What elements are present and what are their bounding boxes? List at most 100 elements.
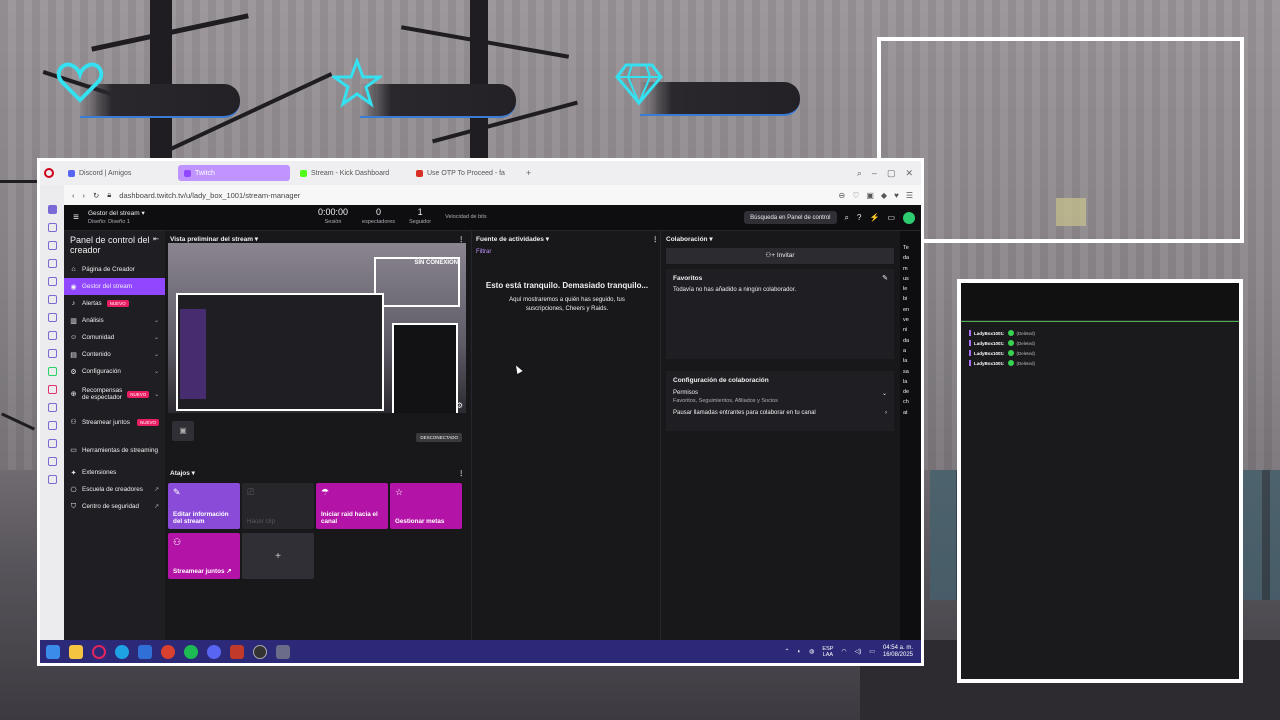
edit-stream-info-button[interactable]: ✎ Editar información del stream xyxy=(168,483,240,529)
wifi-icon[interactable]: ◠ xyxy=(841,648,846,655)
menu-icon[interactable]: ≡ xyxy=(64,212,88,223)
avatar[interactable] xyxy=(903,211,915,224)
tab-twitch[interactable]: Twitch xyxy=(178,165,290,181)
more-options-icon[interactable]: ⋮ xyxy=(458,469,465,477)
close-icon[interactable]: ✕ xyxy=(905,168,913,179)
sidebar-app-icon[interactable] xyxy=(47,331,57,340)
easy-setup-icon[interactable]: ☰ xyxy=(906,191,913,200)
opera-logo-icon[interactable] xyxy=(44,168,54,178)
camera-icon[interactable]: ▣ xyxy=(172,421,194,441)
sidebar-app-icon[interactable] xyxy=(47,313,57,322)
sidebar-item-viewer-rewards[interactable]: ⊕ Recompensas de espectador NUEVO ⌄ xyxy=(64,380,165,408)
download-icon[interactable] xyxy=(47,457,57,466)
system-tray: ⌃ ◐ ◍ ESP LAA ◠ ◁) ▭ 04:54 a. m. 16/08/202… xyxy=(785,645,922,659)
preview-header[interactable]: Vista preliminar del stream ▾ xyxy=(170,235,258,243)
sidebar-app-icon[interactable] xyxy=(47,241,57,250)
edge-icon[interactable] xyxy=(115,644,129,659)
sidebar-app-icon[interactable] xyxy=(47,349,57,358)
tray-app-icon[interactable]: ◍ xyxy=(809,648,814,655)
maximize-icon[interactable]: ▢ xyxy=(887,168,896,179)
windows-start-icon[interactable] xyxy=(46,644,60,659)
sidebar-app-icon[interactable] xyxy=(47,421,57,430)
forward-icon[interactable]: › xyxy=(83,191,86,200)
opera-gx-icon[interactable] xyxy=(92,644,106,659)
chevron-up-icon[interactable]: ⌃ xyxy=(785,648,790,655)
obs-icon[interactable] xyxy=(253,644,267,659)
search-icon[interactable]: ⌕ xyxy=(845,213,849,223)
sidebar-item-stream-manager[interactable]: ◉ Gestor del stream xyxy=(64,278,165,295)
stream-manager-selector[interactable]: Gestor del stream ▾ Diseño: Diseño 1 xyxy=(88,210,168,226)
app-icon[interactable] xyxy=(276,644,290,659)
snapshot-icon[interactable]: ▣ xyxy=(866,191,874,200)
discord-icon[interactable] xyxy=(207,644,221,659)
settings-icon[interactable] xyxy=(47,475,57,484)
bookmark-icon[interactable]: ♡ xyxy=(852,191,859,200)
gaming-icon[interactable] xyxy=(47,205,57,214)
sidebar-item-analytics[interactable]: ▥ Análisis ⌄ xyxy=(64,312,165,329)
sidebar-item-settings[interactable]: ⚙ Configuración ⌄ xyxy=(64,363,165,380)
activity-header[interactable]: Fuente de actividades ▾ xyxy=(476,235,549,243)
tab-gmail[interactable]: Use OTP To Proceed - fa xyxy=(410,165,522,181)
permissions-row[interactable]: Permisos Favoritos, Seguimientos, Afiliad… xyxy=(673,390,887,404)
dashboard-search-input[interactable]: Búsqueda en Panel de control xyxy=(744,211,837,224)
sidebar-item-creator-page[interactable]: ⌂ Página de Creador xyxy=(64,261,165,278)
edit-icon[interactable]: ✎ xyxy=(882,274,888,282)
mail-icon[interactable] xyxy=(138,644,152,659)
spotify-icon[interactable] xyxy=(184,644,198,659)
start-raid-button[interactable]: ☂ Iniciar raid hacia el canal xyxy=(316,483,388,529)
stream-together-button[interactable]: ⚇ Streamear juntos ↗ xyxy=(168,533,240,579)
sidebar-item-extensions[interactable]: ✦ Extensiones xyxy=(64,464,165,481)
help-icon[interactable]: ? xyxy=(857,213,861,222)
add-shortcut-button[interactable]: + xyxy=(242,533,314,579)
preview-settings-icon[interactable]: ⚙ xyxy=(456,401,463,410)
tray-app-icon[interactable]: ◐ xyxy=(798,649,802,655)
manage-goals-button[interactable]: ☆ Gestionar metas xyxy=(390,483,462,529)
sidebar-item-creator-school[interactable]: ⎔ Escuela de creadores ↗ xyxy=(64,481,165,498)
pdf-icon[interactable] xyxy=(161,644,175,659)
volume-icon[interactable]: ◁) xyxy=(855,648,862,655)
sidebar-app-icon[interactable] xyxy=(47,403,57,412)
sidebar-item-content[interactable]: ▤ Contenido ⌄ xyxy=(64,346,165,363)
collab-header[interactable]: Colaboración ▾ xyxy=(666,235,713,243)
pause-calls-row[interactable]: Pausar llamadas entrantes para colaborar… xyxy=(673,410,887,416)
url-field[interactable]: dashboard.twitch.tv/u/lady_box_1001/stre… xyxy=(119,191,830,200)
invite-button[interactable]: ⚇+ Invitar xyxy=(666,248,894,264)
sidebar-item-stream-together[interactable]: ⚇ Streamear juntos NUEVO xyxy=(64,408,165,436)
sidebar-app-icon[interactable] xyxy=(47,295,57,304)
sidebar-item-safety-center[interactable]: ⛉ Centro de seguridad ↗ xyxy=(64,498,165,515)
heart-icon[interactable]: ♥ xyxy=(894,191,899,200)
tab-discord[interactable]: Discord | Amigos xyxy=(62,165,174,181)
search-tabs-icon[interactable]: ⌕ xyxy=(857,168,862,179)
taskbar-clock[interactable]: 04:54 a. m. 16/08/2025 xyxy=(883,645,913,659)
sidebar-item-alerts[interactable]: ♪ Alertas NUEVO xyxy=(64,295,165,312)
collapse-icon[interactable]: ⇤ xyxy=(153,235,159,255)
filter-link[interactable]: Filtrar xyxy=(476,249,491,255)
sidebar-app-icon[interactable] xyxy=(47,259,57,268)
history-icon[interactable] xyxy=(47,439,57,448)
sidebar-app-icon[interactable] xyxy=(47,223,57,232)
zoom-icon[interactable]: ⊖ xyxy=(838,191,845,200)
tab-kick[interactable]: Stream - Kick Dashboard xyxy=(294,165,406,181)
shortcuts-header[interactable]: Atajos ▾ xyxy=(170,469,195,477)
language-indicator[interactable]: ESP LAA xyxy=(822,646,833,658)
inbox-icon[interactable]: ▭ xyxy=(887,213,895,222)
more-options-icon[interactable]: ⋮ xyxy=(458,235,465,243)
whatsapp-icon[interactable] xyxy=(47,367,57,376)
app-icon[interactable] xyxy=(230,644,244,659)
sidebar-item-streaming-tools[interactable]: ▭ Herramientas de streaming xyxy=(64,436,165,464)
instagram-icon[interactable] xyxy=(47,385,57,394)
file-explorer-icon[interactable] xyxy=(69,644,83,659)
battery-icon[interactable]: ▭ xyxy=(869,648,875,655)
minimize-icon[interactable]: – xyxy=(872,168,877,179)
more-options-icon[interactable]: ⋮ xyxy=(652,235,659,243)
reload-icon[interactable]: ↻ xyxy=(93,191,99,200)
new-tab-button[interactable]: + xyxy=(526,168,531,178)
sidebar-item-community[interactable]: ☺ Comunidad ⌄ xyxy=(64,329,165,346)
stream-preview[interactable]: SIN CONEXIÓN ⚙ xyxy=(168,243,466,413)
bolt-icon[interactable]: ⚡ xyxy=(869,213,879,222)
make-clip-button[interactable]: ⎚ Hacer clip xyxy=(242,483,314,529)
extension-icon[interactable]: ◆ xyxy=(881,191,887,200)
stat-label: Sesión xyxy=(324,219,342,225)
sidebar-app-icon[interactable] xyxy=(47,277,57,286)
back-icon[interactable]: ‹ xyxy=(72,191,75,200)
